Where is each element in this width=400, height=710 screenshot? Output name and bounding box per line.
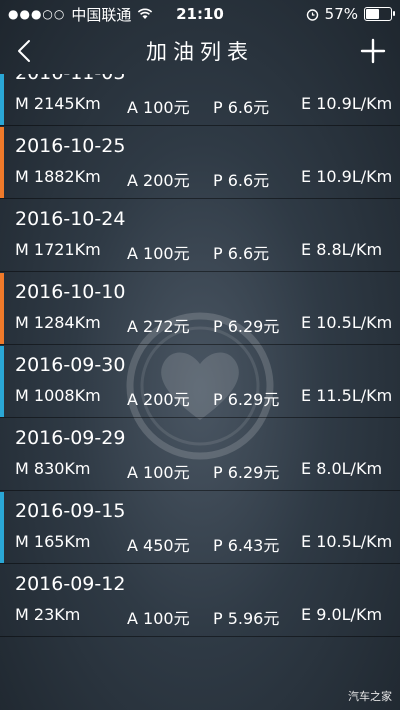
consumption-value: E 9.0L/Km [301, 605, 383, 624]
amount-value: A 200元 [127, 390, 190, 409]
list-item[interactable]: 2016-09-12 M 23Km A 100元 P 5.96元 E 9.0L/Km [0, 565, 400, 637]
fuel-list: 2016-11-03 M 2145Km A 100元 P 6.6元 E 10.9L/Km… [0, 74, 400, 650]
wifi-icon [138, 8, 153, 19]
plus-icon [360, 38, 386, 64]
amount-value: A 450元 [127, 536, 190, 555]
list-item[interactable]: 2016-09-15 M 165Km A 450元 P 6.43元 E 10.5L/Km [0, 492, 400, 564]
amount-value: A 100元 [127, 98, 190, 117]
entry-date: 2016-09-29 [15, 427, 126, 449]
page-title: 加油列表 [146, 40, 254, 64]
mileage-value: M 1008Km [15, 386, 101, 405]
consumption-value: E 11.5L/Km [301, 386, 393, 405]
mileage-value: M 2145Km [15, 94, 101, 113]
accent-bar [0, 346, 4, 417]
entry-date: 2016-10-10 [15, 281, 126, 303]
clock: 21:10 [176, 5, 224, 23]
status-bar: ●●●○○ 中国联通 21:10 57% [0, 0, 400, 28]
amount-value: A 100元 [127, 609, 190, 628]
battery-level [366, 9, 379, 19]
amount-value: A 100元 [127, 463, 190, 482]
signal-strength-icon: ●●●○○ [8, 7, 66, 21]
nav-bar: 加油列表 [0, 28, 400, 74]
list-item[interactable]: 2016-10-10 M 1284Km A 272元 P 6.29元 E 10.5L/K… [0, 273, 400, 345]
price-value: P 6.29元 [213, 463, 280, 482]
price-value: P 6.29元 [213, 390, 280, 409]
amount-value: A 200元 [127, 171, 190, 190]
mileage-value: M 165Km [15, 532, 91, 551]
amount-value: A 100元 [127, 244, 190, 263]
consumption-value: E 8.8L/Km [301, 240, 383, 259]
list-item[interactable]: 2016-09-30 M 1008Km A 200元 P 6.29元 E 11.5L/K… [0, 346, 400, 418]
price-value: P 6.29元 [213, 317, 280, 336]
brand-watermark: 汽车之家 [348, 690, 392, 703]
accent-bar [0, 127, 4, 198]
mileage-value: M 1284Km [15, 313, 101, 332]
list-item[interactable]: 2016-09-29 M 830Km A 100元 P 6.29元 E 8.0L/Km [0, 419, 400, 491]
mileage-value: M 1882Km [15, 167, 101, 186]
entry-date: 2016-09-12 [15, 573, 126, 595]
entry-date: 2016-11-03 [15, 74, 125, 84]
battery-icon [364, 7, 395, 21]
carrier-name: 中国联通 [71, 5, 132, 24]
price-value: P 6.6元 [213, 98, 270, 117]
entry-date: 2016-10-25 [15, 135, 126, 157]
add-button[interactable] [358, 36, 388, 66]
list-item[interactable]: 2016-10-25 M 1882Km A 200元 P 6.6元 E 10.9L/Km [0, 127, 400, 199]
price-value: P 5.96元 [213, 609, 280, 628]
consumption-value: E 10.9L/Km [301, 94, 393, 113]
status-left: ●●●○○ 中国联通 [8, 4, 153, 25]
mileage-value: M 23Km [15, 605, 81, 624]
accent-bar [0, 273, 4, 344]
list-item[interactable]: 2016-11-03 M 2145Km A 100元 P 6.6元 E 10.9L/Km [0, 74, 400, 126]
price-value: P 6.6元 [213, 171, 270, 190]
entry-date: 2016-09-30 [15, 354, 126, 376]
accent-bar [0, 200, 4, 271]
status-right: 57% [306, 5, 395, 23]
mileage-value: M 830Km [15, 459, 91, 478]
alarm-icon [306, 8, 318, 21]
accent-bar [0, 565, 4, 636]
amount-value: A 272元 [127, 317, 190, 336]
accent-bar [0, 492, 4, 563]
accent-bar [0, 74, 4, 125]
battery-percent: 57% [324, 5, 358, 23]
entry-date: 2016-09-15 [15, 500, 126, 522]
price-value: P 6.43元 [213, 536, 280, 555]
price-value: P 6.6元 [213, 244, 270, 263]
entry-date: 2016-10-24 [15, 208, 126, 230]
consumption-value: E 10.5L/Km [301, 313, 393, 332]
consumption-value: E 8.0L/Km [301, 459, 383, 478]
consumption-value: E 10.5L/Km [301, 532, 393, 551]
back-button[interactable] [12, 36, 40, 66]
mileage-value: M 1721Km [15, 240, 101, 259]
consumption-value: E 10.9L/Km [301, 167, 393, 186]
chevron-left-icon [18, 40, 30, 62]
list-item[interactable]: 2016-10-24 M 1721Km A 100元 P 6.6元 E 8.8L/Km [0, 200, 400, 272]
accent-bar [0, 419, 4, 490]
